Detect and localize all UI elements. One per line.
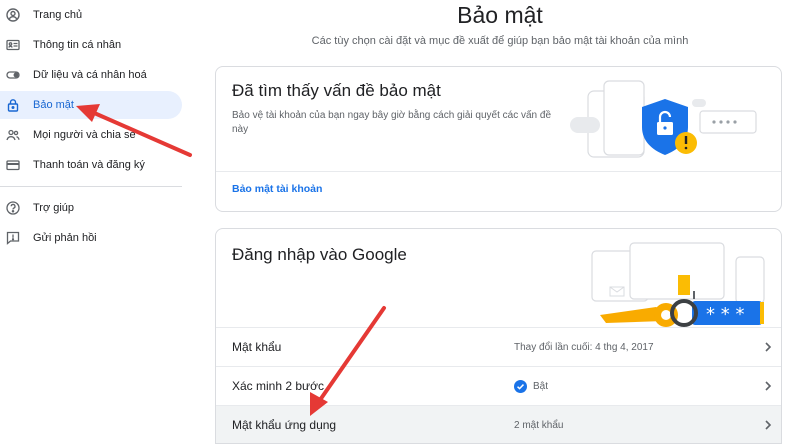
- toggle-icon: [6, 68, 20, 82]
- row-label: Xác minh 2 bước: [232, 379, 324, 393]
- people-icon: [6, 128, 20, 142]
- sidebar-item-label: Gửi phản hồi: [33, 232, 97, 244]
- sidebar-item-label: Bảo mật: [33, 99, 74, 111]
- card-title: Đã tìm thấy vấn đề bảo mật: [232, 81, 441, 100]
- card-description: Bảo vệ tài khoản của bạn ngay bây giờ bằ…: [232, 110, 551, 135]
- card-title: Đăng nhập vào Google: [232, 245, 407, 264]
- row-label: Mật khẩu ứng dụng: [232, 418, 337, 432]
- sidebar-item-label: Mọi người và chia sẻ: [33, 129, 136, 141]
- home-icon: [6, 8, 20, 22]
- chevron-right-icon: [765, 381, 772, 391]
- password-row[interactable]: Mật khẩu Thay đổi lần cuối: 4 thg 4, 201…: [216, 328, 781, 366]
- sidebar-item-security[interactable]: Bảo mật: [0, 91, 182, 119]
- row-value-container: Bật: [514, 379, 549, 393]
- secure-account-link[interactable]: Bảo mật tài khoản: [232, 183, 322, 195]
- row-value: 2 mật khẩu: [514, 419, 564, 431]
- sidebar-divider: [0, 186, 182, 187]
- credit-card-icon: [6, 158, 20, 172]
- help-icon: [6, 201, 20, 215]
- page-title: Bảo mật: [457, 2, 543, 28]
- row-label: Mật khẩu: [232, 340, 282, 354]
- sidebar-item-label: Thanh toán và đăng ký: [33, 159, 145, 171]
- sidebar-item-feedback[interactable]: Gửi phản hồi: [0, 224, 97, 252]
- sidebar-item-data-personalization[interactable]: Dữ liệu và cá nhân hoá: [0, 61, 147, 89]
- security-issues-card: Đã tìm thấy vấn đề bảo mật Bảo vệ tài kh…: [215, 66, 782, 212]
- sidebar-item-help[interactable]: Trợ giúp: [0, 194, 74, 222]
- signin-illustration: * * *: [591, 242, 765, 327]
- sidebar-item-people-sharing[interactable]: Mọi người và chia sẻ: [0, 121, 136, 149]
- lock-icon: [6, 98, 20, 112]
- sidebar-item-home[interactable]: Trang chủ: [0, 1, 82, 29]
- two-step-verification-row[interactable]: Xác minh 2 bước Bật: [216, 367, 781, 405]
- row-value: Thay đổi lần cuối: 4 thg 4, 2017: [514, 341, 654, 353]
- feedback-icon: [6, 231, 20, 245]
- sidebar-item-label: Trợ giúp: [33, 202, 75, 214]
- security-issue-illustration: [570, 80, 757, 158]
- card-divider: [216, 171, 781, 172]
- page-subtitle: Các tùy chọn cài đặt và mục đề xuất để g…: [311, 35, 689, 47]
- sidebar-item-payments[interactable]: Thanh toán và đăng ký: [0, 151, 145, 179]
- chevron-right-icon: [765, 342, 772, 352]
- chevron-right-icon: [765, 420, 772, 430]
- sidebar-item-label: Dữ liệu và cá nhân hoá: [33, 69, 147, 81]
- app-passwords-row[interactable]: Mật khẩu ứng dụng 2 mật khẩu: [216, 406, 781, 443]
- check-circle-icon: [514, 379, 527, 393]
- sidebar: Trang chủ Thông tin cá nhân Dữ liệu và c…: [0, 0, 195, 448]
- sidebar-item-personal-info[interactable]: Thông tin cá nhân: [0, 31, 121, 59]
- row-value: Bật: [533, 380, 549, 392]
- id-card-icon: [6, 38, 20, 52]
- sidebar-item-label: Thông tin cá nhân: [33, 39, 122, 51]
- sidebar-item-label: Trang chủ: [33, 9, 83, 21]
- signin-card: Đăng nhập vào Google * * * Mật khẩu Thay…: [215, 228, 782, 444]
- svg-text:* * *: * * *: [706, 304, 744, 325]
